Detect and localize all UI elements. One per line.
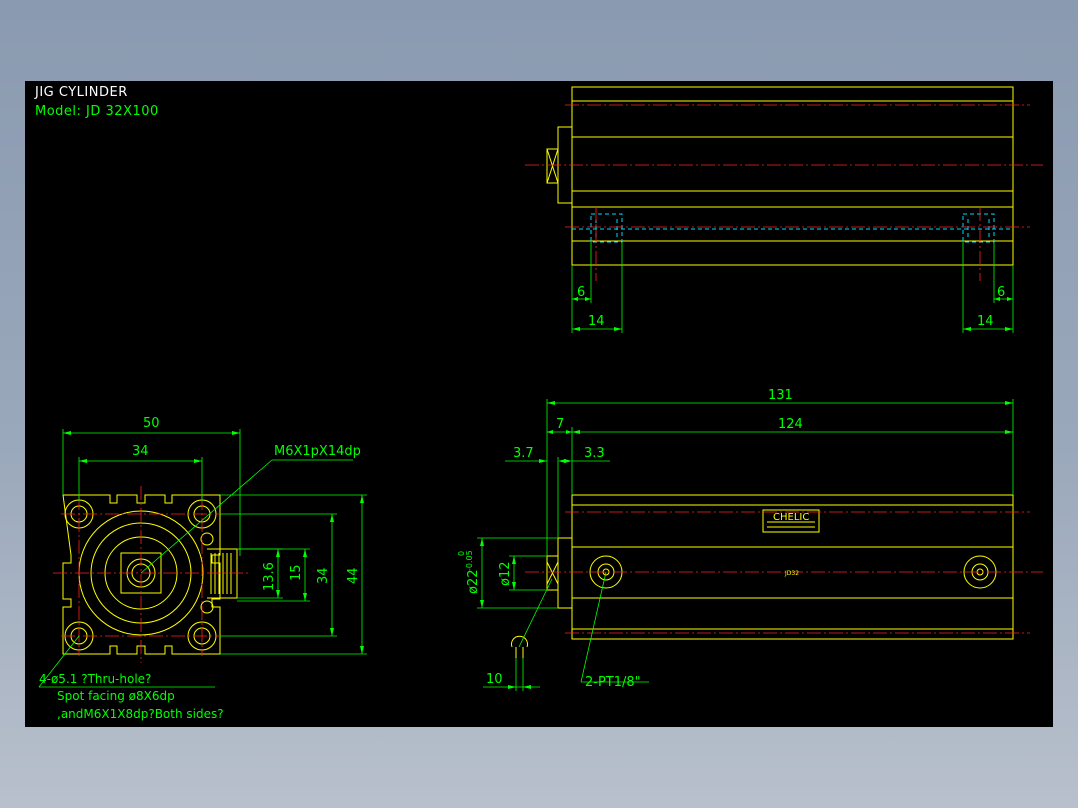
top-view-dimensions xyxy=(571,242,1014,333)
dim-14-right: 14 xyxy=(977,314,994,329)
dim-10: 10 xyxy=(486,672,503,687)
dim-3-7: 3.7 xyxy=(513,446,534,461)
front-view-dimensions xyxy=(38,429,367,688)
dim-44: 44 xyxy=(346,567,361,584)
dim-13-6: 13.6 xyxy=(262,562,277,591)
dim-12: ø12 xyxy=(498,562,513,587)
technical-drawing: 50 34 M6X1pX14dp 13.6 15 34 44 4-ø5.1 ?T… xyxy=(38,86,1043,721)
top-view-body xyxy=(571,86,1014,266)
thread-callout: M6X1pX14dp xyxy=(274,444,361,459)
dim-7: 7 xyxy=(556,417,564,432)
side-part-label: JD32 xyxy=(784,570,799,577)
front-view xyxy=(53,486,250,663)
dim-14-left: 14 xyxy=(588,314,605,329)
cad-canvas: JIG CYLINDER Model: JD 32X100 50 34 M6X1… xyxy=(25,81,1053,727)
dim-3-3: 3.3 xyxy=(584,446,605,461)
side-view-end-cap xyxy=(557,537,573,609)
port-callout: 2-PT1/8" xyxy=(585,675,641,690)
hole-note-line3: ,andM6X1X8dp?Both sides? xyxy=(57,707,224,721)
dim-50: 50 xyxy=(143,416,160,431)
front-side-port xyxy=(207,548,238,599)
dim-22: ø22 xyxy=(466,570,481,595)
nameplate-brand: CHELIC xyxy=(773,512,809,523)
dim-34-top: 34 xyxy=(132,444,149,459)
dim-34-side: 34 xyxy=(316,567,331,584)
hole-note-line2: Spot facing ø8X6dp xyxy=(57,689,175,703)
dim-22-lower-tol: -0.05 xyxy=(465,550,474,571)
side-view-dimensions xyxy=(477,399,1014,691)
dim-6-right: 6 xyxy=(997,285,1005,300)
dim-124: 124 xyxy=(778,417,803,432)
dim-6-left: 6 xyxy=(577,285,585,300)
hole-note-line1: 4-ø5.1 ?Thru-hole? xyxy=(39,672,151,686)
dim-131: 131 xyxy=(768,388,793,403)
top-view xyxy=(525,86,1043,281)
dim-15: 15 xyxy=(289,564,304,581)
